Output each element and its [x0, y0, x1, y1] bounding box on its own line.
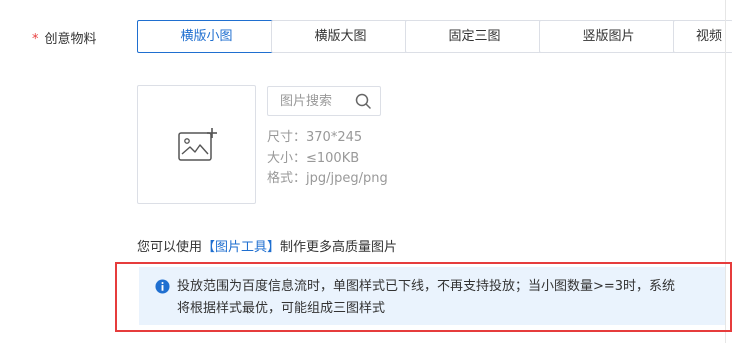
tab-horizontal-small[interactable]: 横版小图: [137, 20, 276, 53]
tab-fixed-three[interactable]: 固定三图: [405, 20, 544, 53]
highlight-outline: [115, 262, 732, 332]
image-search-input[interactable]: [268, 87, 364, 115]
required-mark: *: [32, 32, 39, 47]
image-upload-box[interactable]: [137, 85, 256, 204]
spec-size: 尺寸：370*245: [267, 130, 363, 145]
spec-format: 格式：jpg/jpeg/png: [267, 171, 388, 186]
field-label-text: 创意物料: [44, 32, 97, 47]
tab-horizontal-large[interactable]: 横版大图: [271, 20, 410, 53]
tip-suffix: 制作更多高质量图片: [280, 240, 398, 255]
add-image-icon: [178, 128, 217, 161]
tab-video[interactable]: 视频: [673, 20, 732, 53]
image-tool-link[interactable]: 【图片工具】: [202, 240, 280, 255]
field-label: * 创意物料: [32, 28, 97, 47]
image-tool-tip: 您可以使用【图片工具】制作更多高质量图片: [137, 236, 397, 255]
tab-vertical[interactable]: 竖版图片: [539, 20, 678, 53]
tip-prefix: 您可以使用: [137, 240, 203, 255]
image-search: [267, 86, 381, 116]
spec-filesize: 大小：≤100KB: [267, 151, 360, 166]
search-icon[interactable]: [355, 93, 371, 109]
